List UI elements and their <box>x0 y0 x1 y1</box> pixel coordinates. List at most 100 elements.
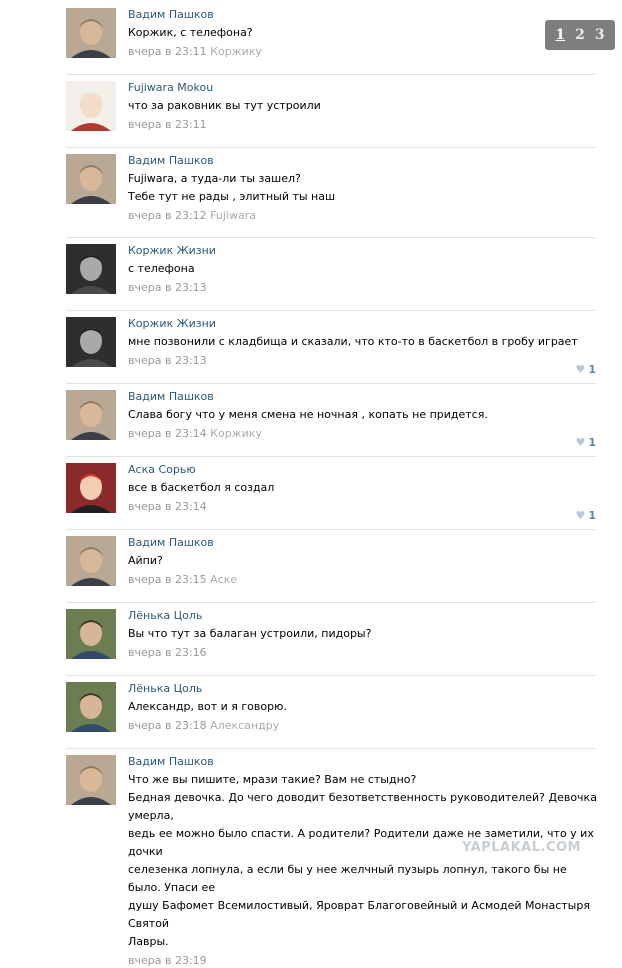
avatar[interactable] <box>66 682 116 732</box>
comment-text-line: Александр, вот и я говорю. <box>128 700 287 713</box>
avatar[interactable] <box>66 317 116 367</box>
comment-timestamp[interactable]: вчера в 23:13 <box>128 281 207 294</box>
page-link-3[interactable]: 3 <box>595 27 605 43</box>
comment-body: Коржик Жизни мне позвонили с кладбища и с… <box>128 317 598 368</box>
reply-to-link[interactable]: Аске <box>210 573 237 586</box>
like-count: 1 <box>588 363 596 376</box>
avatar[interactable] <box>66 755 116 805</box>
comment-body: Вадим Пашков Слава богу что у меня смена … <box>128 390 598 441</box>
like-button[interactable]: ♥ 1 <box>575 363 596 376</box>
comment-body: Вадим Пашков Что же вы пишите, мрази таки… <box>128 755 598 968</box>
comment-text: Fujiwara, а туда-ли ты зашел? Тебе тут не… <box>128 170 598 206</box>
comment-text-line: Fujiwara, а туда-ли ты зашел? <box>128 172 301 185</box>
comment-author[interactable]: Вадим Пашков <box>128 755 598 769</box>
comment-body: Лёнька Цоль Вы что тут за балаган устроил… <box>128 609 598 660</box>
comment-text-line: что за раковник вы тут устроили <box>128 99 321 112</box>
avatar[interactable] <box>66 536 116 586</box>
heart-icon: ♥ <box>575 436 586 449</box>
comment-text-line: мне позвонили с кладбища и сказали, что … <box>128 335 578 348</box>
like-button[interactable]: ♥ 1 <box>575 436 596 449</box>
like-button[interactable]: ♥ 1 <box>575 509 596 522</box>
comment-meta: вчера в 23:11 <box>128 118 598 132</box>
like-count: 1 <box>588 509 596 522</box>
avatar[interactable] <box>66 390 116 440</box>
comment-timestamp[interactable]: вчера в 23:19 <box>128 954 207 967</box>
comment-timestamp[interactable]: вчера в 23:14 <box>128 500 207 513</box>
comment-divider <box>66 74 596 75</box>
comment-divider <box>66 383 596 384</box>
comment-text: Айпи? <box>128 552 598 570</box>
comment-text: Слава богу что у меня смена не ночная , … <box>128 406 598 424</box>
comment-text-line: Коржик, с телефона? <box>128 26 253 39</box>
comment-body: Лёнька Цоль Александр, вот и я говорю. вче… <box>128 682 598 733</box>
comment-author[interactable]: Коржик Жизни <box>128 244 598 258</box>
comment-body: Fujiwara Mokou что за раковник вы тут уст… <box>128 81 598 132</box>
comment-timestamp[interactable]: вчера в 23:13 <box>128 354 207 367</box>
comment-meta: вчера в 23:13 <box>128 354 598 368</box>
page-link-1[interactable]: 1 <box>555 27 565 43</box>
comment-author[interactable]: Коржик Жизни <box>128 317 598 331</box>
comment-author[interactable]: Fujiwara Mokou <box>128 81 598 95</box>
comment-author[interactable]: Лёнька Цоль <box>128 682 598 696</box>
comment-body: Коржик Жизни с телефона вчера в 23:13 <box>128 244 598 295</box>
page-link-2[interactable]: 2 <box>575 27 585 43</box>
reply-to-link[interactable]: Коржику <box>210 427 262 440</box>
avatar[interactable] <box>66 609 116 659</box>
comment-text-line: с телефона <box>128 262 195 275</box>
comment-meta: вчера в 23:14 Коржику <box>128 427 598 441</box>
comment-author[interactable]: Вадим Пашков <box>128 390 598 404</box>
comment-text-line: Что же вы пишите, мрази такие? Вам не ст… <box>128 773 417 786</box>
avatar[interactable] <box>66 8 116 58</box>
comment-meta: вчера в 23:14 <box>128 500 598 514</box>
comment-meta: вчера в 23:13 <box>128 281 598 295</box>
comment-text-line: Лавры. <box>128 935 169 948</box>
comment-timestamp[interactable]: вчера в 23:12 <box>128 209 207 222</box>
comment-divider <box>66 529 596 530</box>
comment-timestamp[interactable]: вчера в 23:16 <box>128 646 207 659</box>
reply-to-link[interactable]: Александру <box>210 719 279 732</box>
comment-text-line: Бедная девочка. До чего доводит безответ… <box>128 791 597 822</box>
comment-divider <box>66 456 596 457</box>
avatar[interactable] <box>66 154 116 204</box>
comment-timestamp[interactable]: вчера в 23:18 <box>128 719 207 732</box>
comment-text-line: Тебе тут не рады , элитный ты наш <box>128 190 336 203</box>
comment-text-line: селезенка лопнула, а если бы у нее желчн… <box>128 863 567 894</box>
comment-text: Что же вы пишите, мрази такие? Вам не ст… <box>128 771 598 951</box>
comment-timestamp[interactable]: вчера в 23:11 <box>128 118 207 131</box>
comment-divider <box>66 310 596 311</box>
watermark: YAPLAKAL.COM <box>462 840 581 855</box>
comment-divider <box>66 602 596 603</box>
comment-text-line: все в баскетбол я создал <box>128 481 275 494</box>
comment-meta: вчера в 23:18 Александру <box>128 719 598 733</box>
comment-timestamp[interactable]: вчера в 23:14 <box>128 427 207 440</box>
heart-icon: ♥ <box>575 363 586 376</box>
comment-text: Александр, вот и я говорю. <box>128 698 598 716</box>
comment-divider <box>66 147 596 148</box>
comment-text: мне позвонили с кладбища и сказали, что … <box>128 333 598 351</box>
avatar[interactable] <box>66 244 116 294</box>
comment-text: все в баскетбол я создал <box>128 479 598 497</box>
pagination: 1 2 3 <box>545 20 615 50</box>
comment-meta: вчера в 23:15 Аске <box>128 573 598 587</box>
comment-meta: вчера в 23:19 <box>128 954 598 968</box>
comment-body: Аска Сорью все в баскетбол я создал вчера … <box>128 463 598 514</box>
avatar[interactable] <box>66 81 116 131</box>
comment-text-line: Вы что тут за балаган устроили, пидоры? <box>128 627 372 640</box>
comment-text-line: Айпи? <box>128 554 163 567</box>
avatar[interactable] <box>66 463 116 513</box>
reply-to-link[interactable]: Fujiwara <box>210 209 256 222</box>
comment-meta: вчера в 23:12 Fujiwara <box>128 209 598 223</box>
comment-body: Вадим Пашков Коржик, с телефона? вчера в 2… <box>128 8 598 59</box>
comment-author[interactable]: Вадим Пашков <box>128 8 598 22</box>
comment-body: Вадим Пашков Fujiwara, а туда-ли ты зашел… <box>128 154 598 223</box>
comment-author[interactable]: Лёнька Цоль <box>128 609 598 623</box>
reply-to-link[interactable]: Коржику <box>210 45 262 58</box>
comment-meta: вчера в 23:11 Коржику <box>128 45 598 59</box>
comment-timestamp[interactable]: вчера в 23:11 <box>128 45 207 58</box>
comment-author[interactable]: Аска Сорью <box>128 463 598 477</box>
comment-divider <box>66 237 596 238</box>
heart-icon: ♥ <box>575 509 586 522</box>
comment-author[interactable]: Вадим Пашков <box>128 536 598 550</box>
comment-timestamp[interactable]: вчера в 23:15 <box>128 573 207 586</box>
comment-author[interactable]: Вадим Пашков <box>128 154 598 168</box>
